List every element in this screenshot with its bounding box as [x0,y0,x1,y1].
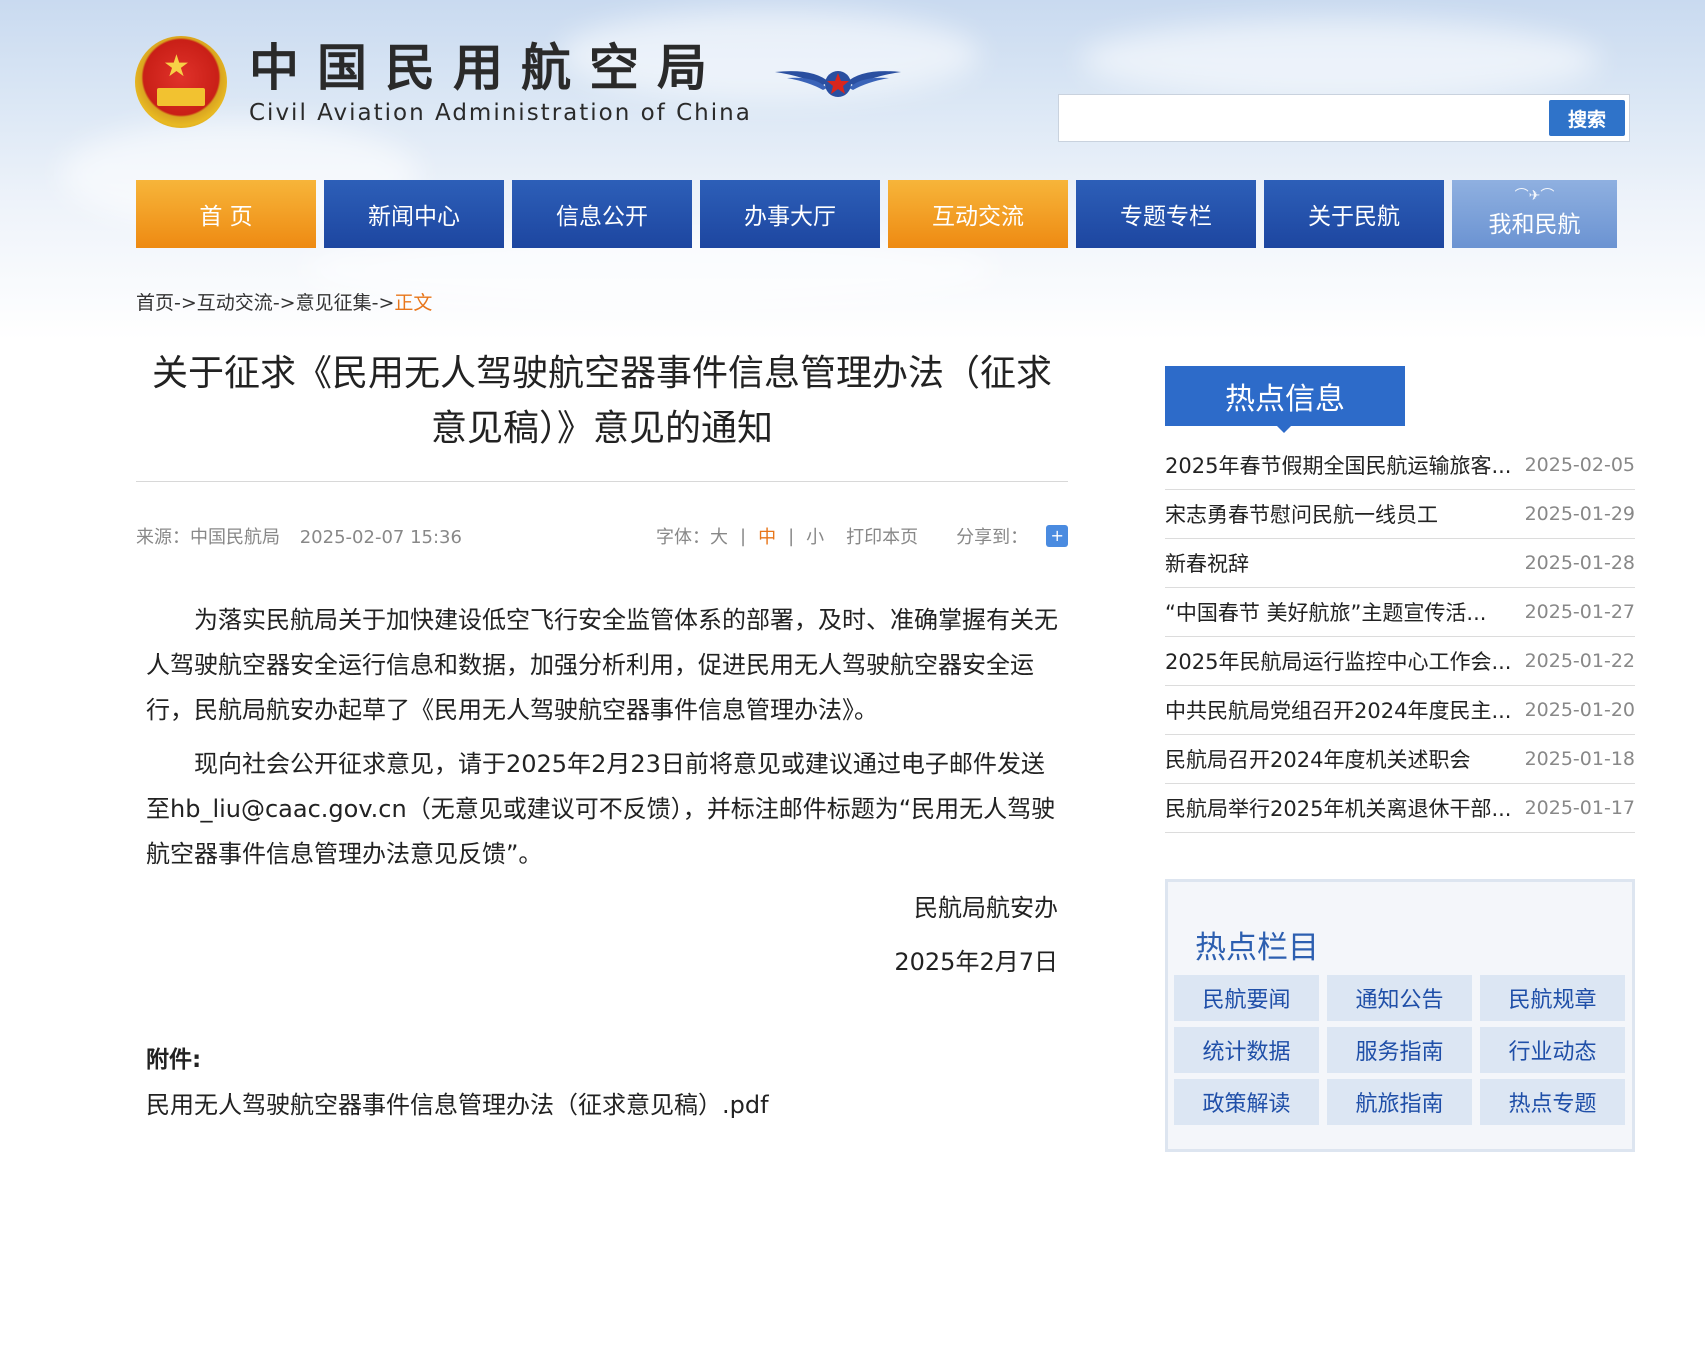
hot-info-list: 2025年春节假期全国民航运输旅客... 2025-02-05 宋志勇春节慰问民航… [1165,441,1635,833]
wing-icon: ⌒✈⌒ [1514,188,1555,204]
search-button[interactable]: 搜索 [1549,100,1625,136]
article-source: 来源：中国民航局 [136,527,280,548]
main-nav: 首 页 新闻中心 信息公开 办事大厅 互动交流 专题专栏 关于民航 ⌒✈⌒ 我和… [136,180,1617,248]
hot-info-item[interactable]: 新春祝辞 2025-01-28 [1165,539,1635,588]
nav-label: 信息公开 [556,204,648,230]
nav-label: 办事大厅 [744,204,836,230]
article-tools: 字体： 大 | 中 | 小 打印本页 分享到： + [656,523,1069,549]
search-box: 搜索 [1058,94,1630,142]
hot-info-item[interactable]: 民航局召开2024年度机关述职会 2025-01-18 [1165,735,1635,784]
nav-special-topics[interactable]: 专题专栏 [1076,180,1256,248]
nav-label: 新闻中心 [368,204,460,230]
topic-link[interactable]: 服务指南 [1327,1027,1472,1073]
article-title-line-2: 意见稿）》意见的通知 [430,408,773,449]
hot-info-item[interactable]: “中国春节 美好航旅”主题宣传活... 2025-01-27 [1165,588,1635,637]
topic-link[interactable]: 热点专题 [1480,1079,1625,1125]
hot-info-item-date: 2025-01-18 [1524,748,1635,770]
topic-link[interactable]: 航旅指南 [1327,1079,1472,1125]
topic-link[interactable]: 民航规章 [1480,975,1625,1021]
nav-label: 关于民航 [1308,204,1400,230]
hot-info-item-title[interactable]: 2025年春节假期全国民航运输旅客... [1165,450,1510,480]
separator: | [788,525,795,547]
nav-label: 首 页 [199,204,253,230]
breadcrumb-home[interactable]: 首页 [136,292,174,314]
article-paragraph: 现向社会公开征求意见，请于2025年2月23日前将意见或建议通过电子邮件发送至h… [146,750,1056,868]
topic-link[interactable]: 行业动态 [1480,1027,1625,1073]
topic-link[interactable]: 政策解读 [1174,1079,1319,1125]
nav-service-hall[interactable]: 办事大厅 [700,180,880,248]
font-size-label: 字体： [656,527,710,548]
nav-me-and-caac[interactable]: ⌒✈⌒ 我和民航 [1452,180,1617,248]
article-title-line-1: 关于征求《民用无人驾驶航空器事件信息管理办法（征求 [151,353,1052,394]
hot-info-item-title[interactable]: 民航局召开2024年度机关述职会 [1165,744,1510,774]
hot-info-item-date: 2025-01-27 [1524,601,1635,623]
search-input[interactable] [1065,101,1505,135]
hot-topics-box: 热点栏目 民航要闻 通知公告 民航规章 统计数据 服务指南 行业动态 政策解读 … [1165,879,1635,1152]
breadcrumb-current: 正文 [394,292,433,314]
hot-info-item[interactable]: 中共民航局党组召开2024年度民主... 2025-01-20 [1165,686,1635,735]
breadcrumb: 首页->互动交流->意见征集->正文 [136,288,432,315]
hot-info-item-date: 2025-01-28 [1524,552,1635,574]
article-body: 为落实民航局关于加快建设低空飞行安全监管体系的部署，及时、准确掌握有关无人驾驶航… [146,598,1058,886]
logo-english-name: Civil Aviation Administration of China [249,100,752,126]
font-size-medium[interactable]: 中 [758,523,776,549]
hot-info-item[interactable]: 宋志勇春节慰问民航一线员工 2025-01-29 [1165,490,1635,539]
logo-chinese-name: 中国民用航空局 [249,39,725,97]
title-divider [136,481,1068,482]
hot-info-item[interactable]: 2025年春节假期全国民航运输旅客... 2025-02-05 [1165,441,1635,490]
nav-home[interactable]: 首 页 [136,180,316,248]
signature-date: 2025年2月7日 [894,948,1058,976]
hot-info-item-date: 2025-01-20 [1524,699,1635,721]
print-page-link[interactable]: 打印本页 [846,523,918,549]
article-title: 关于征求《民用无人驾驶航空器事件信息管理办法（征求 意见稿）》意见的通知 [136,346,1068,456]
breadcrumb-separator: -> [174,292,197,314]
share-label: 分享到： [956,527,1029,548]
signature-org: 民航局航安办 [914,894,1058,922]
nav-label: 我和民航 [1488,212,1581,238]
font-size-large[interactable]: 大 [710,523,728,549]
font-size-small[interactable]: 小 [806,523,824,549]
hot-info-item-date: 2025-01-17 [1524,797,1635,819]
hot-info-item-title[interactable]: 民航局举行2025年机关离退休干部... [1165,793,1510,823]
hot-info-item-title[interactable]: 新春祝辞 [1165,548,1510,578]
nav-label: 专题专栏 [1120,204,1212,230]
nav-label: 互动交流 [932,204,1024,230]
article-paragraph: 为落实民航局关于加快建设低空飞行安全监管体系的部署，及时、准确掌握有关无人驾驶航… [146,606,1058,724]
separator: | [740,525,747,547]
hot-info-item-date: 2025-02-05 [1524,454,1635,476]
article-datetime: 2025-02-07 15:36 [299,527,462,548]
nav-about-caac[interactable]: 关于民航 [1264,180,1444,248]
breadcrumb-opinions[interactable]: 意见征集 [296,292,372,314]
hot-info-item-title[interactable]: 中共民航局党组召开2024年度民主... [1165,695,1510,725]
site-logo[interactable]: ★ 中国民用航空局 Civil Aviation Administration … [135,36,752,128]
topic-link[interactable]: 统计数据 [1174,1027,1319,1073]
attachment-link[interactable]: 民用无人驾驶航空器事件信息管理办法（征求意见稿）.pdf [146,1085,769,1120]
hot-info-item-title[interactable]: 2025年民航局运行监控中心工作会... [1165,646,1510,676]
hot-info-item[interactable]: 2025年民航局运行监控中心工作会... 2025-01-22 [1165,637,1635,686]
hot-info-title: 热点信息 [1225,382,1345,417]
national-emblem-icon: ★ [135,36,227,128]
hot-info-item-title[interactable]: “中国春节 美好航旅”主题宣传活... [1165,597,1510,627]
hot-info-header: 热点信息 [1165,366,1405,433]
topic-link[interactable]: 通知公告 [1327,975,1472,1021]
breadcrumb-separator: -> [272,292,296,314]
hot-info-item-date: 2025-01-22 [1524,650,1635,672]
hot-info-item-date: 2025-01-29 [1524,503,1635,525]
topic-link[interactable]: 民航要闻 [1174,975,1319,1021]
breadcrumb-interaction[interactable]: 互动交流 [197,292,273,314]
article-meta: 来源：中国民航局 2025-02-07 15:36 [136,523,476,549]
attachment-label: 附件: [146,1047,202,1073]
breadcrumb-separator: -> [371,292,395,314]
hot-topics-title: 热点栏目 [1195,930,1319,966]
nav-news-center[interactable]: 新闻中心 [324,180,504,248]
caac-wing-icon [775,71,901,97]
hot-topics-grid: 民航要闻 通知公告 民航规章 统计数据 服务指南 行业动态 政策解读 航旅指南 … [1174,975,1625,1125]
hot-info-item[interactable]: 民航局举行2025年机关离退休干部... 2025-01-17 [1165,784,1635,833]
nav-interaction[interactable]: 互动交流 [888,180,1068,248]
share-plus-icon[interactable]: + [1046,525,1069,547]
hot-info-item-title[interactable]: 宋志勇春节慰问民航一线员工 [1165,499,1510,529]
nav-info-disclosure[interactable]: 信息公开 [512,180,692,248]
